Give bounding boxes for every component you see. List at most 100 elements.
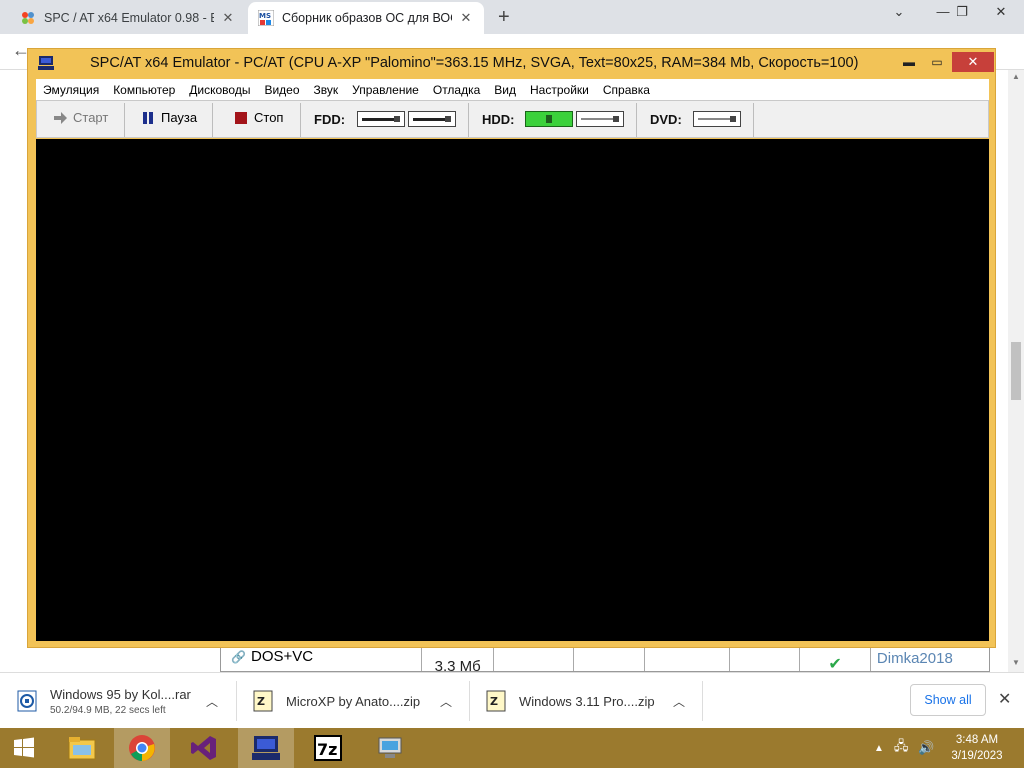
toolbar-separator — [753, 103, 754, 137]
emulator-title: SPC/AT x64 Emulator - PC/AT (CPU A-XP "P… — [90, 55, 859, 71]
tab-title: SPC / AT x64 Emulator 0.98 - Emu — [44, 11, 214, 25]
visual-studio-icon[interactable] — [176, 728, 232, 768]
table-cell — [494, 648, 575, 671]
menu-settings[interactable]: Настройки — [523, 83, 596, 97]
svg-text:Z: Z — [490, 695, 498, 708]
checkmark-icon: ✔ — [800, 648, 871, 673]
stop-square-icon — [234, 111, 248, 125]
menu-sound[interactable]: Звук — [307, 83, 346, 97]
new-tab-button[interactable]: + — [498, 6, 510, 29]
emulator-minimize-icon[interactable]: ▬ — [896, 52, 922, 72]
toolbar-separator — [124, 103, 125, 137]
fdd-drive-a-icon[interactable] — [357, 111, 405, 127]
tab-search-icon[interactable]: ⌄ — [880, 0, 918, 24]
zip-file-icon: Z — [252, 690, 274, 712]
divider — [469, 681, 470, 721]
divider — [236, 681, 237, 721]
system-tray: ▲ 🖧 🔊 — [874, 728, 935, 768]
table-cell — [645, 648, 730, 671]
pause-icon — [141, 111, 155, 125]
table-cell — [730, 648, 801, 671]
hdd-active-icon[interactable] — [525, 111, 573, 127]
network-icon[interactable]: 🖧 — [894, 737, 909, 759]
chevron-up-icon[interactable]: ︿ — [206, 693, 218, 710]
restore-icon[interactable]: ❐ — [943, 0, 981, 24]
emulator-menubar: Эмуляция Компьютер Дисководы Видео Звук … — [36, 79, 989, 100]
hdd-drive-icon[interactable] — [576, 111, 624, 127]
clock-time: 3:48 AM — [955, 734, 999, 746]
chrome-icon[interactable] — [114, 728, 170, 768]
taskbar-clock[interactable]: 3:48 AM 3/19/2023 — [940, 732, 1014, 764]
download-filename: Windows 3.11 Pro....zip — [519, 693, 655, 709]
link-icon: 🔗 — [231, 650, 246, 664]
menu-video[interactable]: Видео — [257, 83, 306, 97]
row-name[interactable]: DOS+VC — [251, 648, 313, 665]
remote-desktop-icon[interactable] — [362, 728, 418, 768]
download-filename: Windows 95 by Kol....rar — [50, 686, 191, 702]
emulator-titlebar[interactable]: SPC/AT x64 Emulator - PC/AT (CPU A-XP "P… — [28, 49, 995, 77]
start-button[interactable]: Старт — [53, 110, 108, 125]
os-table-row: 🔗 DOS+VC 3.3 Мб ✔ Dimka2018 — [220, 647, 990, 675]
clock-date: 3/19/2023 — [951, 750, 1003, 762]
tab-close-icon[interactable]: ✕ — [220, 10, 236, 26]
fdd-drive-b-icon[interactable] — [408, 111, 456, 127]
emulator-display[interactable] — [36, 139, 989, 641]
close-icon[interactable]: ✕ — [982, 0, 1020, 24]
table-cell — [574, 648, 645, 671]
emulator-window: SPC/AT x64 Emulator - PC/AT (CPU A-XP "P… — [27, 48, 996, 648]
browser-tab-emulator[interactable]: SPC / AT x64 Emulator 0.98 - Emu ✕ — [10, 2, 246, 34]
play-arrow-icon — [53, 111, 67, 125]
chevron-up-icon[interactable]: ︿ — [440, 693, 452, 710]
zip-file-icon: Z — [485, 690, 507, 712]
ms-icon: MS — [258, 10, 274, 26]
table-cell-size: 3.3 Мб — [422, 648, 495, 675]
emulator-taskbar-icon[interactable] — [238, 728, 294, 768]
menu-drives[interactable]: Дисководы — [182, 83, 257, 97]
joomla-icon — [20, 10, 36, 26]
close-download-bar-icon[interactable]: ✕ — [998, 689, 1011, 709]
tray-expand-icon[interactable]: ▲ — [874, 743, 884, 754]
scroll-up-icon[interactable]: ▲ — [1012, 72, 1020, 81]
emulator-maximize-icon[interactable]: ▭ — [924, 52, 950, 72]
dvd-drive-icon[interactable] — [693, 111, 741, 127]
download-item[interactable]: Z MicroXP by Anato....zip ︿ — [252, 673, 466, 729]
emulator-toolbar: Старт Пауза Стоп FDD: HDD: DVD: — [36, 100, 989, 138]
menu-help[interactable]: Справка — [596, 83, 657, 97]
download-filename: MicroXP by Anato....zip — [286, 693, 421, 709]
table-cell-author[interactable]: Dimka2018 — [871, 648, 989, 671]
rar-file-icon — [16, 690, 38, 712]
tab-close-icon[interactable]: ✕ — [458, 10, 474, 26]
fdd-label: FDD: — [314, 112, 346, 127]
toolbar-separator — [468, 103, 469, 137]
file-explorer-icon[interactable] — [54, 728, 110, 768]
download-bar: Windows 95 by Kol....rar 50.2/94.9 MB, 2… — [0, 672, 1024, 728]
page-scrollbar[interactable]: ▲ ▼ — [1008, 70, 1024, 672]
scroll-down-icon[interactable]: ▼ — [1012, 658, 1020, 667]
scrollbar-thumb[interactable] — [1011, 342, 1021, 400]
menu-emulation[interactable]: Эмуляция — [36, 83, 106, 97]
svg-text:Z: Z — [257, 695, 265, 708]
table-cell-name: 🔗 DOS+VC — [221, 648, 422, 671]
dvd-label: DVD: — [650, 112, 682, 127]
menu-computer[interactable]: Компьютер — [106, 83, 182, 97]
toolbar-separator — [212, 103, 213, 137]
toolbar-separator — [636, 103, 637, 137]
browser-tab-os-images[interactable]: MS Сборник образов ОС для ВОСН ✕ — [248, 2, 484, 34]
menu-debug[interactable]: Отладка — [426, 83, 487, 97]
chevron-up-icon[interactable]: ︿ — [673, 693, 685, 710]
svg-text:MS: MS — [259, 12, 271, 20]
stop-button[interactable]: Стоп — [234, 110, 283, 125]
pause-label: Пауза — [161, 110, 198, 125]
download-item[interactable]: Windows 95 by Kol....rar 50.2/94.9 MB, 2… — [16, 673, 236, 729]
emulator-close-icon[interactable]: ✕ — [952, 52, 994, 72]
menu-view[interactable]: Вид — [487, 83, 523, 97]
download-item[interactable]: Z Windows 3.11 Pro....zip ︿ — [485, 673, 699, 729]
volume-icon[interactable]: 🔊 — [918, 740, 934, 756]
menu-control[interactable]: Управление — [345, 83, 426, 97]
browser-tabstrip: SPC / AT x64 Emulator 0.98 - Emu ✕ MS Сб… — [0, 0, 1024, 34]
show-all-button[interactable]: Show all — [910, 684, 986, 716]
windows-start-icon[interactable] — [0, 728, 48, 768]
pause-button[interactable]: Пауза — [141, 110, 197, 125]
stop-label: Стоп — [254, 110, 284, 125]
7zip-icon[interactable]: 7z — [300, 728, 356, 768]
